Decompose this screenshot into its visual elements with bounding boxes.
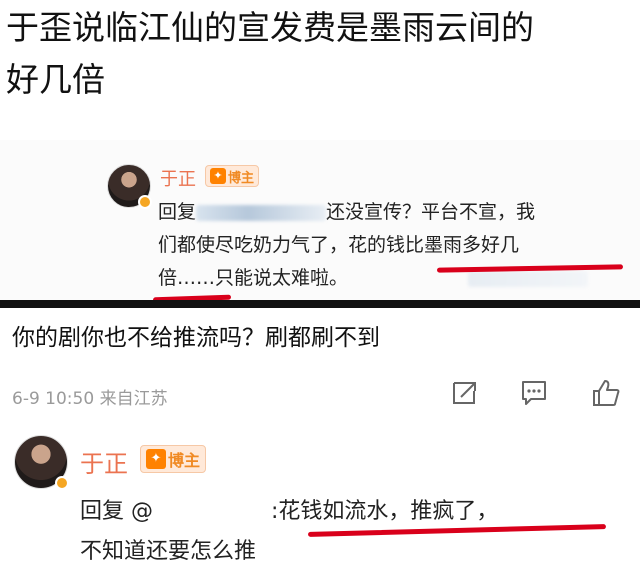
- badge-label: 博主: [168, 451, 201, 470]
- reply-text: 倍……只能说太难啦。: [158, 267, 349, 289]
- comment-reply-text: 回复 还没宣传？平台不宣，我 们都使尽吃奶力气了，花的钱比墨雨多好几 倍……只能说…: [158, 196, 628, 295]
- badge-label: 博主: [228, 170, 255, 186]
- badge-icon: ✦: [210, 168, 226, 184]
- blurred-edge: [468, 270, 589, 287]
- reply-line-2: 不知道还要怎么推: [80, 539, 257, 564]
- verified-icon: [138, 195, 152, 209]
- reply-prefix: 回复: [158, 201, 197, 223]
- reply-text: :花钱如流水，推疯了，: [271, 499, 499, 524]
- image-divider: [0, 300, 640, 308]
- blogger-badge: ✦ 博主: [140, 445, 207, 473]
- headline: 于歪说临江仙的宣发费是墨雨云间的 好几倍: [6, 2, 640, 106]
- reply-text: 还没宣传？平台不宣，我: [326, 201, 536, 223]
- post-text: 你的剧你也不给推流吗？刷都刷不到: [12, 325, 380, 351]
- comment-username[interactable]: 于正: [80, 444, 128, 479]
- reply-prefix[interactable]: 回复 @: [80, 499, 153, 524]
- blurred-username: [196, 204, 327, 221]
- badge-icon: ✦: [146, 449, 166, 469]
- headline-line-1: 于歪说临江仙的宣发费是墨雨云间的: [6, 8, 534, 47]
- like-icon[interactable]: [590, 377, 622, 409]
- avatar[interactable]: [14, 435, 69, 490]
- avatar[interactable]: [107, 164, 152, 209]
- comment-icon[interactable]: [518, 377, 550, 409]
- verified-icon: [55, 476, 69, 490]
- post-meta: 6-9 10:50 来自江苏: [12, 389, 168, 409]
- blogger-badge: ✦ 博主: [205, 165, 260, 187]
- share-icon[interactable]: [449, 377, 481, 409]
- headline-line-2: 好几倍: [6, 60, 105, 99]
- reply-line-1: 回复 还没宣传？平台不宣，我: [158, 196, 628, 229]
- reply-line-2: 们都使尽吃奶力气了，花的钱比墨雨多好几: [158, 234, 520, 256]
- comment-username[interactable]: 于正: [160, 165, 196, 191]
